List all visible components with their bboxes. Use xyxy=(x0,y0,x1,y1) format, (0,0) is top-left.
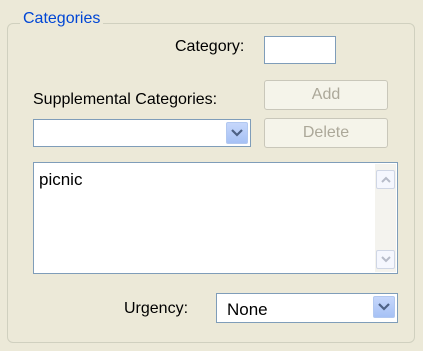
chevron-down-icon[interactable] xyxy=(226,122,248,144)
chevron-down-icon[interactable] xyxy=(373,296,395,318)
add-button[interactable]: Add xyxy=(264,80,388,110)
supplemental-categories-label: Supplemental Categories: xyxy=(33,91,218,108)
scroll-down-arrow-icon[interactable] xyxy=(376,250,395,269)
supplemental-category-combo[interactable] xyxy=(33,119,251,147)
scroll-up-arrow-icon[interactable] xyxy=(376,170,395,189)
categories-group-title: Categories xyxy=(20,10,104,28)
category-label: Category: xyxy=(175,38,245,55)
urgency-label: Urgency: xyxy=(124,300,189,317)
category-input[interactable] xyxy=(264,36,336,64)
delete-button[interactable]: Delete xyxy=(264,118,388,148)
supplemental-categories-list[interactable]: picnic xyxy=(33,162,398,274)
urgency-select[interactable]: None xyxy=(216,293,398,323)
urgency-select-value: None xyxy=(227,300,268,319)
list-item[interactable]: picnic xyxy=(39,170,82,190)
vertical-scrollbar[interactable] xyxy=(375,164,396,272)
